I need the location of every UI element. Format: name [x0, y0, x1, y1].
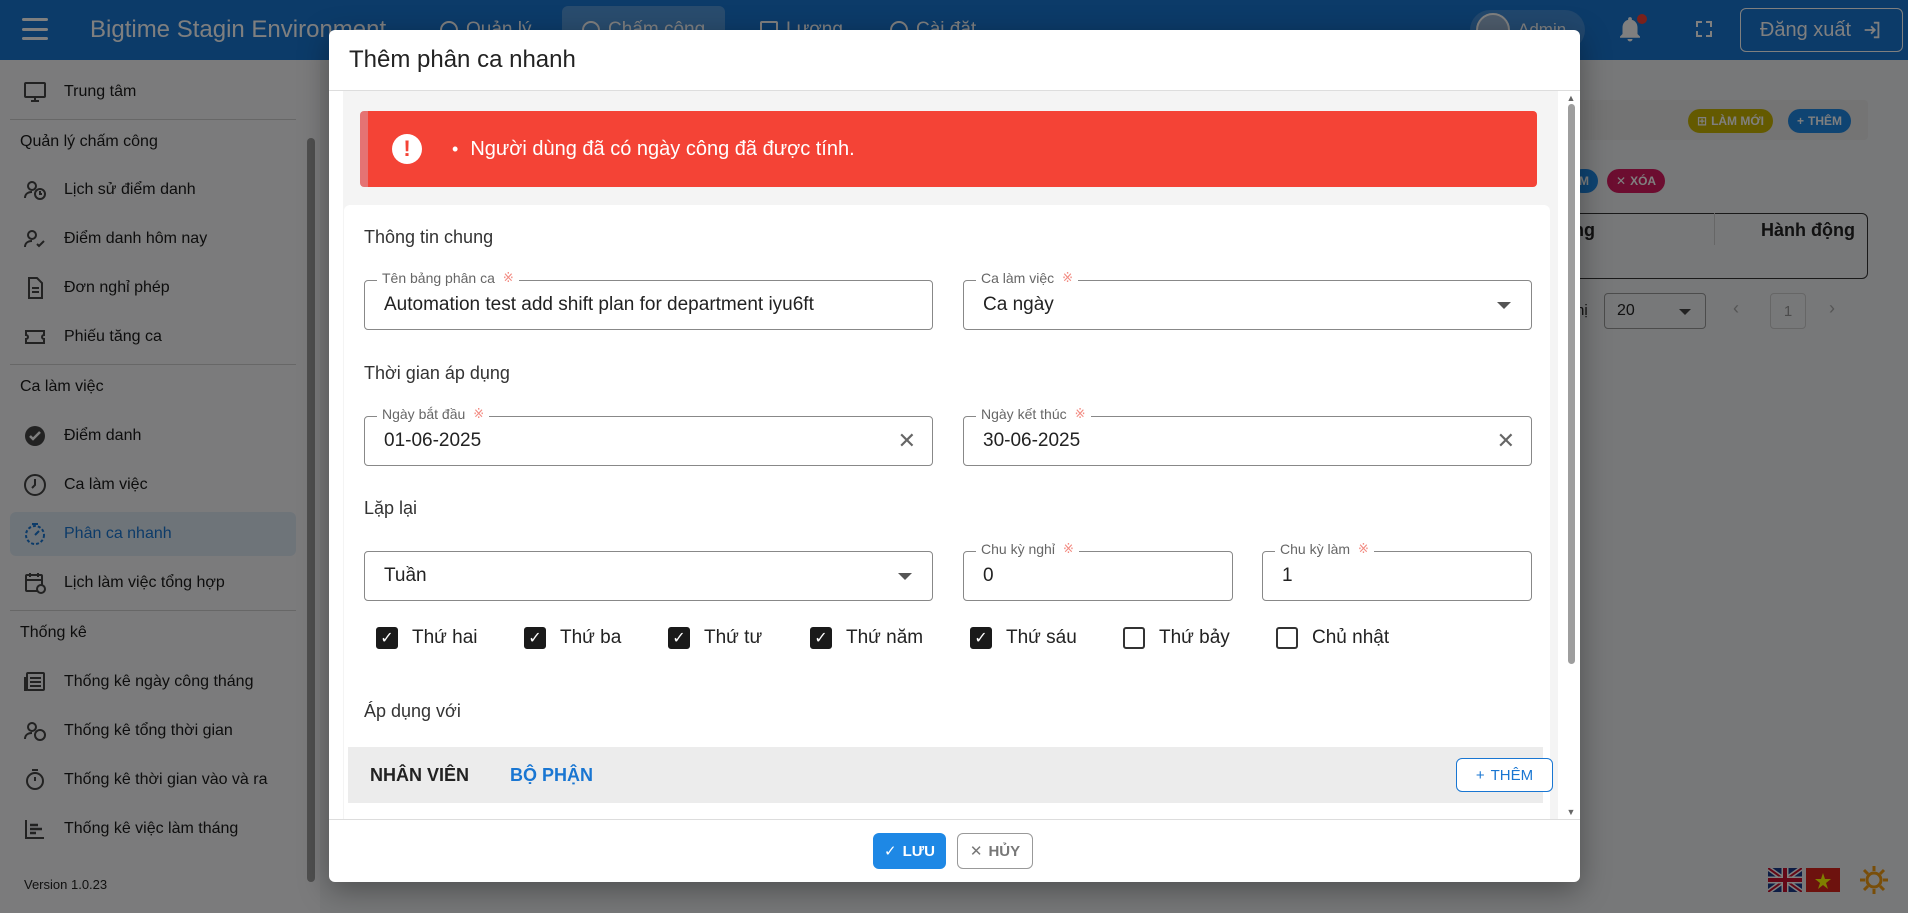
- tab-employee[interactable]: NHÂN VIÊN: [370, 765, 469, 786]
- scroll-down-icon[interactable]: ▼: [1566, 807, 1576, 817]
- checkbox-tuesday[interactable]: ✓ Thứ ba: [524, 627, 621, 649]
- plan-name-value: Automation test add shift plan for depar…: [384, 294, 814, 315]
- check-icon: ✓: [524, 627, 546, 649]
- off-cycle-field[interactable]: Chu kỳ nghỉ ※ 0: [963, 541, 1233, 601]
- check-icon: ✓: [668, 627, 690, 649]
- check-icon: ✓: [883, 843, 897, 860]
- section-repeat-heading: Lặp lại: [364, 498, 418, 518]
- check-icon: ✓: [810, 627, 832, 649]
- check-icon: ✓: [376, 627, 398, 649]
- clear-icon[interactable]: ✕: [898, 428, 916, 454]
- tab-department[interactable]: BỘ PHẬN: [510, 765, 593, 786]
- checkbox-friday[interactable]: ✓ Thứ sáu: [970, 627, 1077, 649]
- apply-tabs: NHÂN VIÊN BỘ PHẬN + THÊM: [348, 747, 1553, 803]
- quick-shift-dialog: Thêm phân ca nhanh ! • Người dùng đã có …: [329, 30, 1580, 882]
- section-apply-heading: Áp dụng với: [364, 701, 461, 721]
- scroll-up-icon[interactable]: ▲: [1566, 93, 1576, 103]
- start-date-field[interactable]: Ngày bắt đầu ※ 01-06-2025 ✕: [364, 406, 933, 466]
- save-button[interactable]: ✓ LƯU: [873, 833, 946, 869]
- checkbox-monday[interactable]: ✓ Thứ hai: [376, 627, 478, 649]
- shift-select[interactable]: Ca làm việc ※ Ca ngày: [963, 270, 1532, 330]
- checkbox-saturday[interactable]: Thứ bảy: [1123, 627, 1230, 649]
- checkbox-sunday[interactable]: Chủ nhật: [1276, 627, 1389, 649]
- error-icon: !: [392, 134, 422, 164]
- work-cycle-field[interactable]: Chu kỳ làm ※ 1: [1262, 541, 1532, 601]
- dialog-title: Thêm phân ca nhanh: [349, 46, 576, 73]
- clear-icon[interactable]: ✕: [1497, 428, 1515, 454]
- plan-name-field[interactable]: Tên bảng phân ca ※ Automation test add sh…: [364, 270, 933, 330]
- chevron-down-icon: [1497, 302, 1511, 309]
- chevron-down-icon: [898, 573, 912, 580]
- error-alert: ! • Người dùng đã có ngày công đã được t…: [360, 111, 1537, 187]
- cancel-button[interactable]: ✕ HỦY: [957, 833, 1033, 869]
- error-message: Người dùng đã có ngày công đã được tính.: [470, 137, 855, 160]
- add-assignee-button[interactable]: + THÊM: [1456, 758, 1553, 792]
- section-time-heading: Thời gian áp dụng: [364, 363, 510, 383]
- repeat-select[interactable]: Tuần: [364, 551, 933, 601]
- checkbox-wednesday[interactable]: ✓ Thứ tư: [668, 627, 762, 649]
- close-icon: ✕: [969, 843, 983, 860]
- check-icon: ✓: [970, 627, 992, 649]
- checkbox-thursday[interactable]: ✓ Thứ năm: [810, 627, 923, 649]
- form-card: Thông tin chung Tên bảng phân ca ※ Automa…: [344, 205, 1553, 819]
- dialog-body: ! • Người dùng đã có ngày công đã được t…: [343, 91, 1558, 819]
- section-general-heading: Thông tin chung: [364, 227, 494, 247]
- end-date-field[interactable]: Ngày kết thúc ※ 30-06-2025 ✕: [963, 406, 1532, 466]
- plus-icon: +: [1475, 766, 1485, 784]
- dialog-scrollbar[interactable]: [1568, 104, 1575, 664]
